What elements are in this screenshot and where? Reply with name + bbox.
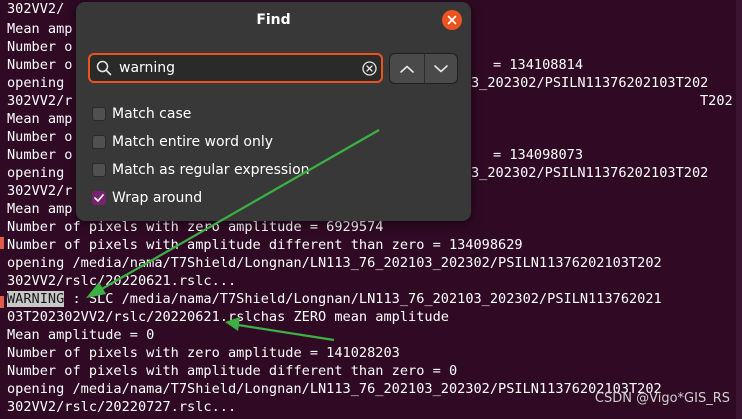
checkmark-icon [94, 194, 104, 202]
terminal-line: Number of pixels with zero amplitude = 1… [7, 345, 400, 361]
chevron-up-icon [400, 65, 414, 73]
terminal-line: Number o [7, 39, 73, 55]
close-button[interactable] [442, 10, 462, 30]
terminal-fragment: 3_202302/PSILN11376202103T202 [471, 75, 709, 91]
error-marker [0, 296, 4, 308]
terminal-line: Number o [7, 57, 73, 73]
terminal-line: Mean amplitude = 0 [7, 327, 155, 343]
chevron-down-icon [434, 64, 448, 72]
terminal-line: opening /media/nama/T7Shield/Longnan/LN1… [7, 381, 662, 397]
dialog-title: Find [256, 12, 291, 28]
terminal-fragment: = 134098073 [493, 147, 584, 163]
terminal-scrollbar[interactable] [736, 0, 742, 419]
close-icon [447, 15, 457, 25]
match-case-option[interactable]: Match case [92, 104, 191, 124]
terminal-fragment: = 134108814 [493, 57, 584, 73]
terminal-line: opening [7, 75, 73, 91]
match-regex-label: Match as regular expression [112, 162, 310, 178]
terminal-line: opening [7, 165, 73, 181]
wrap-around-checkbox[interactable] [92, 191, 106, 205]
search-icon [96, 60, 112, 76]
find-dialog: Find Match case [76, 2, 471, 221]
warning-message: : SLC /media/nama/T7Shield/Longnan/LN113… [64, 291, 662, 307]
wrap-around-option[interactable]: Wrap around [92, 188, 202, 208]
match-whole-word-option[interactable]: Match entire word only [92, 132, 273, 152]
terminal-line: Number o [7, 147, 73, 163]
match-regex-checkbox[interactable] [92, 163, 106, 177]
terminal-line: Number o [7, 129, 73, 145]
match-case-label: Match case [112, 106, 192, 122]
previous-match-button[interactable] [390, 54, 425, 83]
search-nav-buttons [389, 53, 458, 84]
match-whole-word-label: Match entire word only [112, 134, 274, 150]
wrap-around-label: Wrap around [112, 190, 203, 206]
next-match-button[interactable] [424, 54, 457, 83]
terminal-line: 302VV2/rslc/20220727.rslc... [7, 399, 237, 415]
terminal-line: 302VV2/rslc/20220621.rslc... [7, 273, 237, 289]
terminal-line: Mean amp [7, 111, 73, 127]
search-input[interactable] [119, 58, 349, 78]
match-regex-option[interactable]: Match as regular expression [92, 160, 310, 180]
clear-icon[interactable] [362, 61, 377, 76]
terminal-fragment: 3_202302/PSILN11376202103T202 [471, 165, 709, 181]
terminal-line: 302VV2/r [7, 183, 73, 199]
search-field[interactable] [88, 53, 383, 83]
terminal-line: Number of pixels with amplitude differen… [7, 363, 458, 379]
terminal-line-warning: WARNING : SLC /media/nama/T7Shield/Longn… [7, 290, 662, 308]
search-match-highlight: WARNING [7, 291, 65, 307]
terminal-line: 302VV2/r [7, 93, 73, 109]
terminal-line: Mean amp [7, 21, 73, 37]
terminal-line: 03T202302VV2/rslc/20220621.rslchas ZERO … [7, 309, 449, 325]
terminal-line: 302VV2/ [7, 1, 65, 17]
terminal-line: Mean amp [7, 201, 73, 217]
error-marker [0, 237, 4, 249]
terminal-fragment: T202 [700, 93, 733, 109]
terminal-line: opening /media/nama/T7Shield/Longnan/LN1… [7, 255, 662, 271]
match-case-checkbox[interactable] [92, 107, 106, 121]
watermark: CSDN @Vigo*GIS_RS [594, 391, 730, 406]
match-whole-word-checkbox[interactable] [92, 135, 106, 149]
terminal-line: Number of pixels with amplitude differen… [7, 237, 523, 253]
